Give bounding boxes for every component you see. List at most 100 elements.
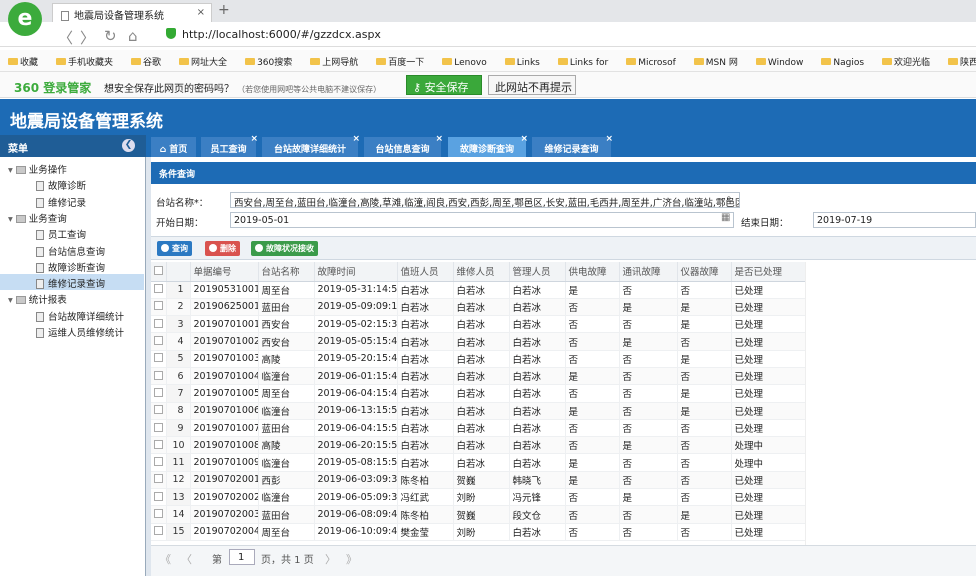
table-row[interactable]: 1 20190531001 周至台 2019-05-31:14:58 白若冰 白若冰 白若冰… <box>151 281 806 299</box>
row-checkbox[interactable] <box>154 526 163 536</box>
receive-status-button[interactable]: 故障状况接收 <box>251 241 318 256</box>
sidebar-group[interactable]: ▾ 业务查询 <box>0 209 144 225</box>
sidebar-item[interactable]: 运维人员维修统计 <box>0 323 144 339</box>
delete-button[interactable]: 删除 <box>205 241 240 256</box>
column-header[interactable]: 维修人员 <box>453 262 510 282</box>
bookmark-item[interactable]: 上网导航 <box>310 58 367 68</box>
bookmark-item[interactable]: 陕西省地 <box>948 58 976 68</box>
row-checkbox[interactable] <box>154 318 163 328</box>
bookmark-item[interactable]: Microsof <box>626 58 685 68</box>
row-checkbox[interactable] <box>154 405 163 415</box>
bookmark-item[interactable]: Lenovo <box>442 58 495 68</box>
first-page-button[interactable]: 《 <box>160 551 171 567</box>
sidebar-item[interactable]: 维修记录 <box>0 193 144 209</box>
column-header[interactable]: 是否已处理 <box>731 262 806 282</box>
table-row[interactable]: 11 20190701009 临潼台 2019-05-08:15:54 白若冰 白若冰 白若… <box>151 453 806 472</box>
bookmark-item[interactable]: Nagios <box>821 58 873 68</box>
tab-0[interactable]: ⌂ 首页 <box>151 137 196 157</box>
select-all-checkbox[interactable] <box>154 265 163 275</box>
bookmark-item[interactable]: MSN 网 <box>693 58 747 68</box>
save-password-button[interactable]: ⚷ 安全保存 <box>406 75 482 95</box>
refresh-icon[interactable]: ↻ <box>104 27 117 45</box>
column-header[interactable]: 通讯故障 <box>619 262 678 282</box>
bookmark-item[interactable]: 360搜索 <box>245 58 301 68</box>
forward-icon[interactable]: 〉 <box>80 27 95 48</box>
search-icon[interactable]: ⌕ <box>726 193 732 204</box>
column-header[interactable]: 管理人员 <box>509 262 566 282</box>
expand-arrow-icon[interactable]: ▾ <box>8 295 16 306</box>
table-row[interactable]: 4 20190701002 西安台 2019-05-05:15:43 白若冰 白若冰 白若冰… <box>151 332 806 351</box>
tab-1[interactable]: 员工查询 × <box>201 134 258 157</box>
row-checkbox[interactable] <box>154 491 163 501</box>
station-input[interactable]: 西安台,周至台,蓝田台,临潼台,高陵,草滩,临潼,阎良,西安,西彭,周至,鄠邑区… <box>230 192 740 208</box>
row-checkbox[interactable] <box>154 353 163 363</box>
close-tab-icon[interactable]: × <box>352 134 360 144</box>
bookmark-item[interactable]: 百度一下 <box>376 58 433 68</box>
sidebar-item[interactable]: 故障诊断查询 <box>0 258 144 274</box>
close-tab-icon[interactable]: × <box>250 134 258 144</box>
close-tab-icon[interactable]: × <box>520 134 528 144</box>
home-icon[interactable]: ⌂ <box>128 27 138 45</box>
end-date-input[interactable]: 2019-07-19 <box>813 212 976 228</box>
table-row[interactable]: 7 20190701005 周至台 2019-06-04:15:47 白若冰 白若冰 白若冰… <box>151 384 806 403</box>
row-checkbox[interactable] <box>154 439 163 449</box>
back-icon[interactable]: 〈 <box>58 27 73 48</box>
prev-page-button[interactable]: 〈 <box>181 551 192 567</box>
table-row[interactable]: 6 20190701004 临潼台 2019-06-01:15:46 白若冰 白若冰 白若冰… <box>151 367 806 386</box>
address-bar[interactable]: http://localhost:6000/#/gzzdcx.aspx <box>166 26 966 44</box>
new-tab-button[interactable]: + <box>218 2 230 18</box>
column-header[interactable]: 台站名称 <box>258 262 315 282</box>
expand-arrow-icon[interactable]: ▾ <box>8 165 16 176</box>
table-row[interactable]: 10 20190701008 高陵 2019-06-20:15:54 白若冰 白若冰 白若冰… <box>151 436 806 455</box>
table-row[interactable]: 13 20190702002 临潼台 2019-06-05:09:39 冯红武 刘盼 冯元锋… <box>151 488 806 507</box>
close-tab-icon[interactable]: × <box>435 134 443 144</box>
tab-5[interactable]: 维修记录查询 × <box>532 134 613 157</box>
bookmark-item[interactable]: Links <box>504 58 549 68</box>
row-checkbox[interactable] <box>154 509 163 518</box>
table-row[interactable]: 9 20190701007 蓝田台 2019-06-04:15:53 白若冰 白若冰 白若冰… <box>151 419 806 438</box>
bookmark-item[interactable]: 谷歌 <box>131 58 170 68</box>
sidebar-item[interactable]: 故障诊断 <box>0 176 144 192</box>
table-row[interactable]: 15 20190702004 周至台 2019-06-10:09:42 樊金莹 刘盼 白若冰… <box>151 523 806 541</box>
column-header[interactable]: 供电故障 <box>565 262 620 282</box>
last-page-button[interactable]: 》 <box>346 551 357 567</box>
bookmark-item[interactable]: 手机收藏夹 <box>56 58 122 68</box>
tab-4[interactable]: 故障诊断查询 × <box>448 134 528 157</box>
close-tab-icon[interactable]: × <box>605 134 613 144</box>
sidebar-item[interactable]: 台站故障详细统计 <box>0 307 144 323</box>
table-row[interactable]: 5 20190701003 高陵 2019-05-20:15:45 白若冰 白若冰 白若冰否… <box>151 350 806 368</box>
column-header[interactable]: 仪器故障 <box>677 262 732 282</box>
collapse-menu-icon[interactable]: ❮ <box>122 139 135 152</box>
row-checkbox[interactable] <box>154 457 163 467</box>
table-row[interactable]: 12 20190702001 西彭 2019-06-03:09:38 陈冬柏 贺巍 韩晓飞是… <box>151 471 806 490</box>
column-header[interactable]: 值班人员 <box>397 262 454 282</box>
sidebar-item[interactable]: 维修记录查询 <box>0 274 144 291</box>
query-button[interactable]: 查询 <box>157 241 192 256</box>
row-checkbox[interactable] <box>154 301 163 311</box>
row-checkbox[interactable] <box>154 474 163 484</box>
row-checkbox[interactable] <box>154 387 163 397</box>
table-row[interactable]: 3 20190701001 西安台 2019-05-02:15:39 白若冰 白若冰 白若冰… <box>151 315 806 334</box>
sidebar-item[interactable]: 员工查询 <box>0 225 144 241</box>
page-number-input[interactable]: 1 <box>229 549 255 565</box>
tab-2[interactable]: 台站故障详细统计 × <box>262 134 360 157</box>
sidebar-item[interactable]: 台站信息查询 <box>0 242 144 258</box>
sidebar-group[interactable]: ▾ 业务操作 <box>0 160 144 176</box>
bookmark-item[interactable]: Links for <box>557 58 617 68</box>
bookmark-item[interactable]: Window <box>755 58 813 68</box>
next-page-button[interactable]: 〉 <box>325 551 336 567</box>
browser-tab[interactable]: 地震局设备管理系统 × <box>52 3 212 22</box>
calendar-icon[interactable]: ▦ <box>721 212 730 223</box>
bookmark-item[interactable]: 欢迎光临 <box>882 58 939 68</box>
table-row[interactable]: 2 20190625001 蓝田台 2019-05-09:09:14 白若冰 白若冰 白若冰… <box>151 298 806 317</box>
table-row[interactable]: 14 20190702003 蓝田台 2019-06-08:09:40 陈冬柏 贺巍 段文仓… <box>151 505 806 524</box>
bookmark-item[interactable]: 收藏 <box>8 58 47 68</box>
row-checkbox[interactable] <box>154 422 163 432</box>
column-header[interactable]: 单据编号 <box>190 262 259 282</box>
bookmark-item[interactable]: 网址大全 <box>179 58 236 68</box>
row-checkbox[interactable] <box>154 336 163 346</box>
start-date-input[interactable]: 2019-05-01 <box>230 212 734 228</box>
row-checkbox[interactable] <box>154 370 163 380</box>
table-row[interactable]: 8 20190701006 临潼台 2019-06-13:15:51 白若冰 白若冰 白若冰… <box>151 402 806 420</box>
tab-3[interactable]: 台站信息查询 × <box>364 134 443 157</box>
